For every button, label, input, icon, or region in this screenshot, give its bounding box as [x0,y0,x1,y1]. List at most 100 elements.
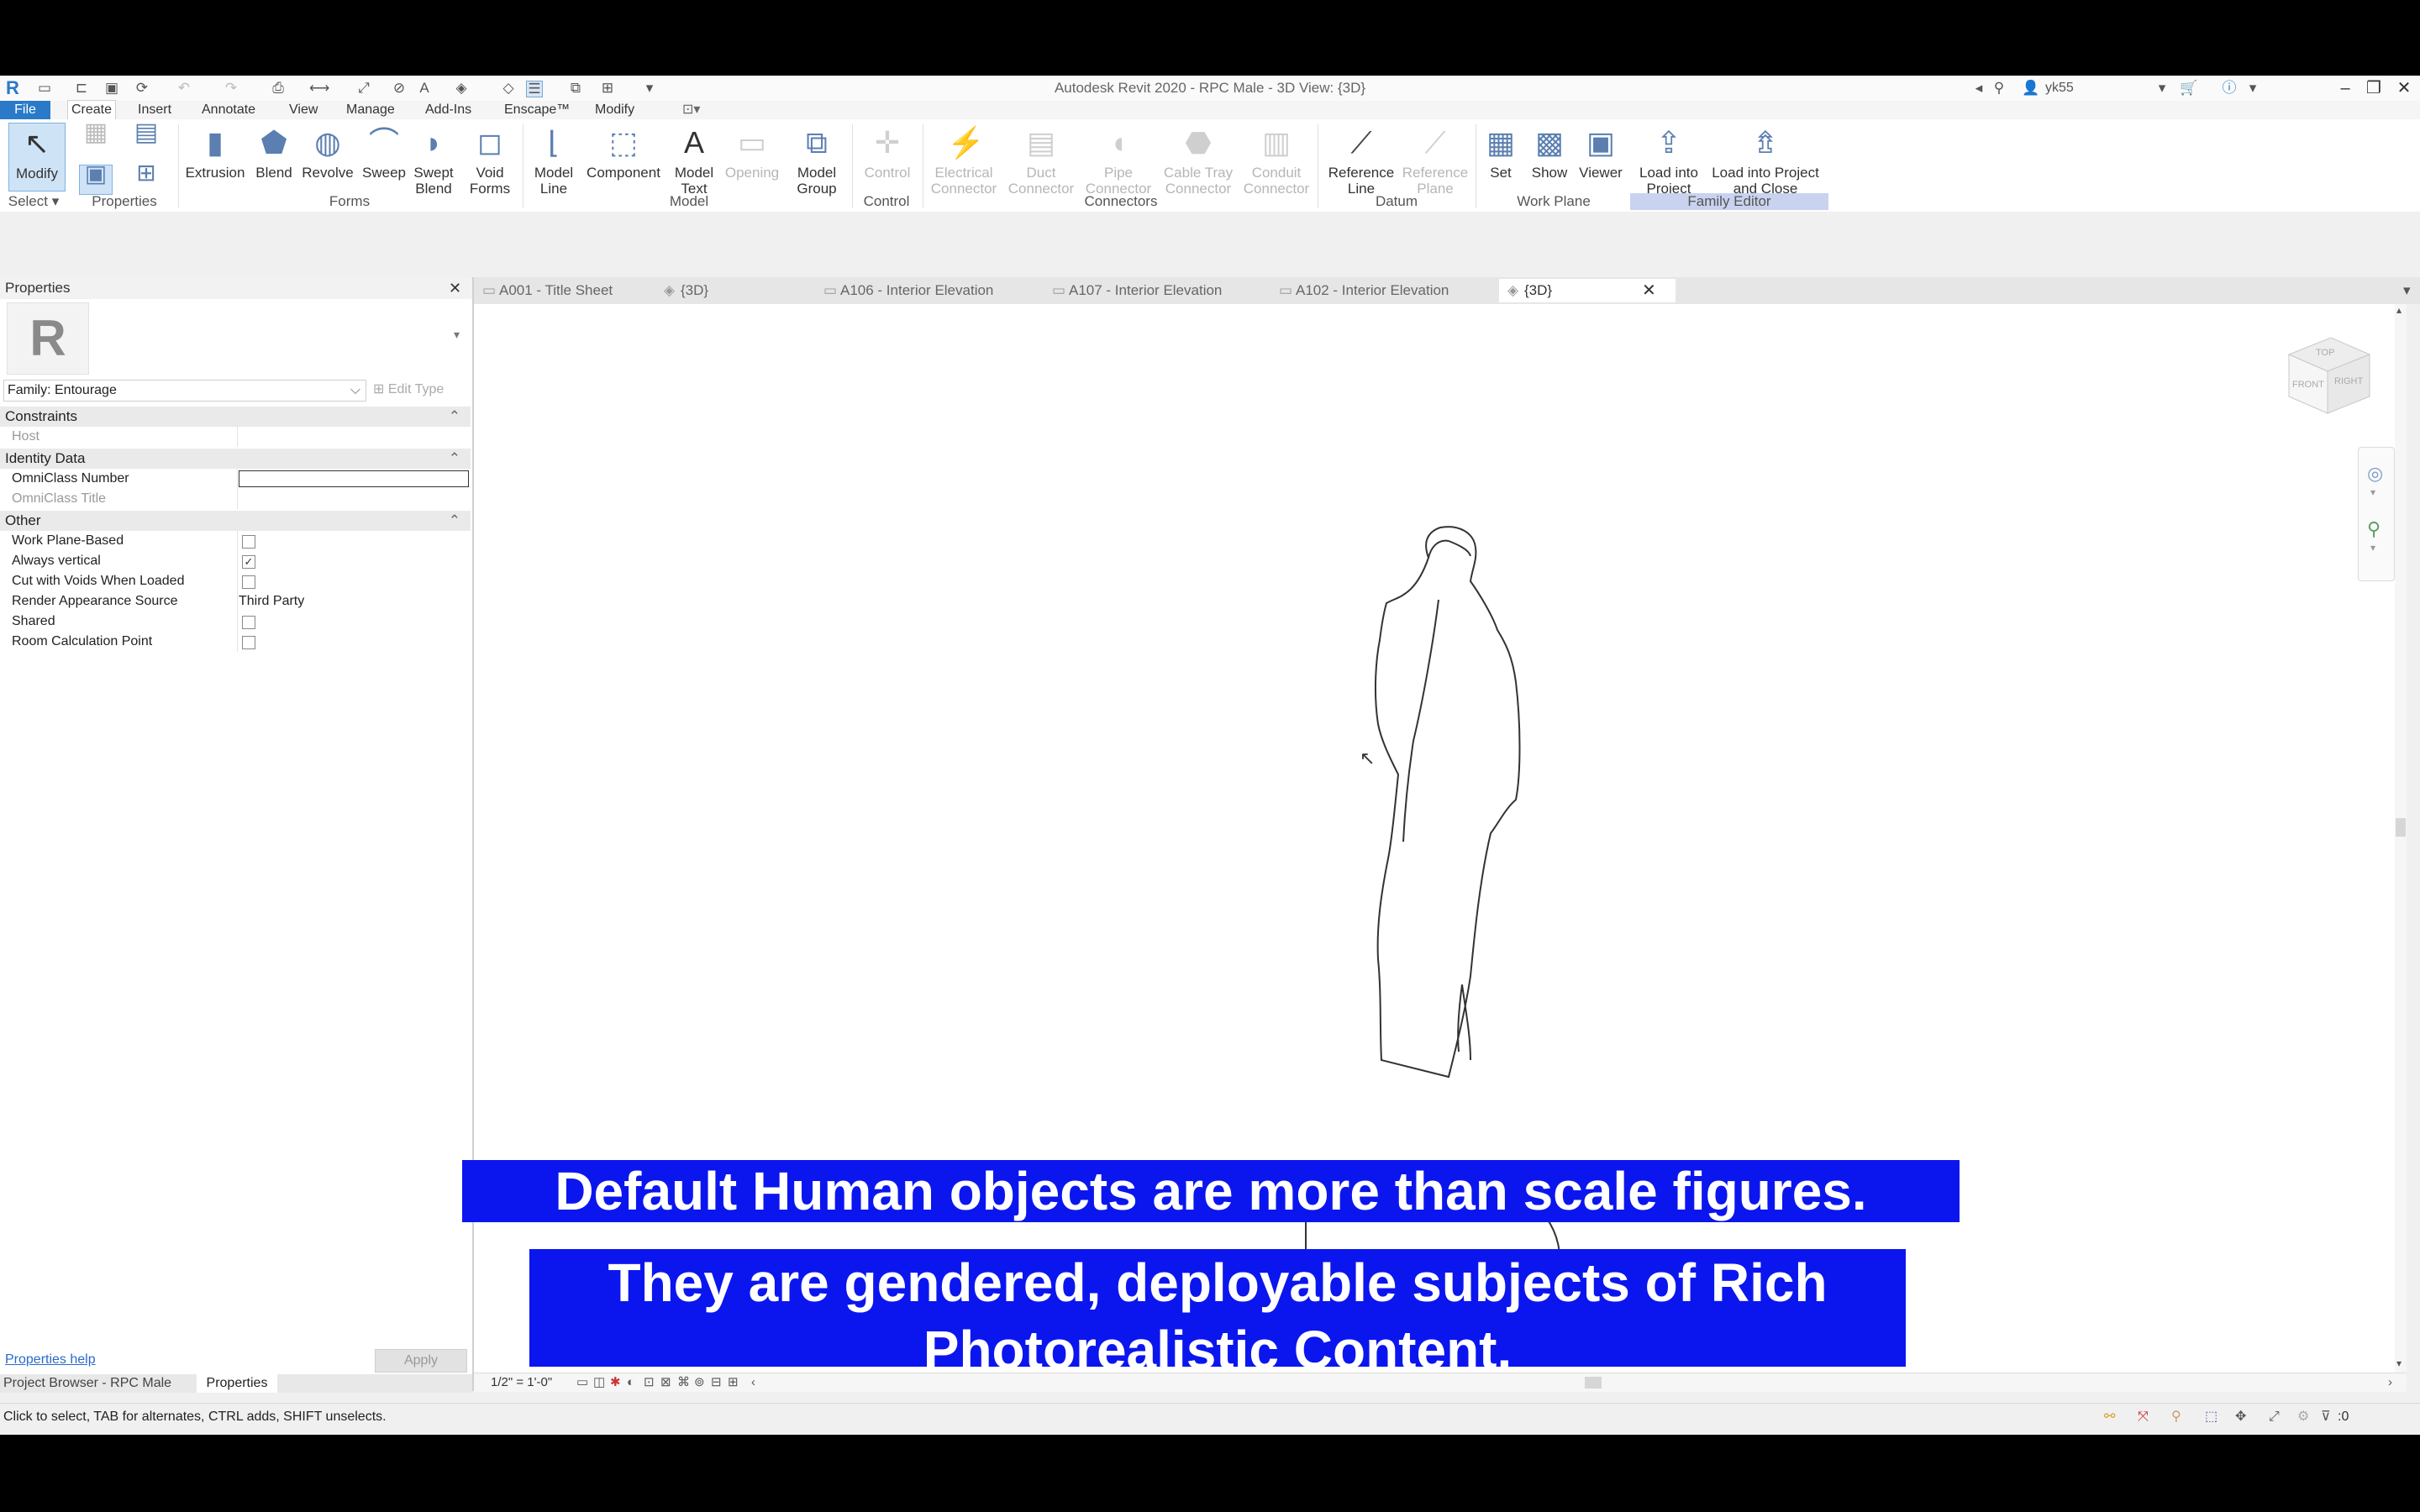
scroll-up-icon[interactable]: ▴ [2396,304,2402,316]
print-icon[interactable]: ⎙ [271,81,286,96]
scale-selector[interactable]: 1/2" = 1'-0" [491,1373,552,1392]
load-into-project-button[interactable]: ⇪ Load into Project [1634,123,1704,197]
temporary-hide-icon[interactable]: ⊚ [694,1373,705,1392]
properties-toggle-icon[interactable]: ▣ [79,162,113,195]
tab-manage[interactable]: Manage [343,101,398,119]
drag-elements-icon[interactable]: ✥ [2235,1404,2246,1431]
sweep-button[interactable]: ⌒ Sweep [358,123,410,190]
view-tab-3d-active[interactable]: ◈ {3D} ✕ [1499,279,1676,302]
select-by-face-icon[interactable]: ⬚ [2205,1404,2217,1431]
zoom-icon[interactable]: ⚲ [2367,518,2381,540]
cart-icon[interactable]: 🛒 [2180,81,2197,96]
blend-button[interactable]: ⬟ Blend [250,123,297,190]
duct-connector-button[interactable]: ▤ Duct Connector [1003,123,1079,197]
view-tab-3d[interactable]: ◈ {3D} [664,279,781,302]
render-appearance-value[interactable]: Third Party [239,591,304,612]
settings-icon[interactable]: ⚙ [2297,1404,2309,1431]
filter-icon[interactable]: ⊽ [2321,1404,2331,1431]
model-line-button[interactable]: ⌊ Model Line [528,123,580,197]
user-icon[interactable]: 👤 [2022,81,2039,96]
component-button[interactable]: ⬚ Component [580,123,667,190]
chevron-down-icon[interactable]: ▾ [2370,542,2375,554]
customize-qat-icon[interactable]: ▾ [642,81,657,96]
text-icon[interactable]: A [417,81,432,96]
tab-enscape[interactable]: Enscape™ [501,101,573,119]
save-icon[interactable]: ▣ [104,81,119,96]
revit-logo-icon[interactable]: R [5,79,20,97]
thin-lines-icon[interactable]: ☰ [526,81,543,97]
folder-icon[interactable]: ⊏ [74,81,89,96]
vertical-scrollbar[interactable]: ▴ ▾ [2395,304,2407,1373]
tab-view[interactable]: View [286,101,321,119]
open-icon[interactable]: ▭ [37,81,52,96]
opening-button[interactable]: ▭ Opening [721,123,783,190]
electrical-connector-button[interactable]: ⚡ Electrical Connector [926,123,1002,197]
family-types-icon[interactable]: ▤ [129,120,163,158]
group-constraints[interactable]: Constraints ⌃ [0,407,471,427]
sync-icon[interactable]: ⟳ [134,81,150,96]
tab-add-ins[interactable]: Add-Ins [422,101,475,119]
close-window-button[interactable]: ✕ [2391,77,2417,99]
view-tab-a001[interactable]: ▭ A001 - Title Sheet [482,279,650,302]
tab-create[interactable]: Create [67,100,117,120]
view-tab-a107[interactable]: ▭ A107 - Interior Elevation [1052,279,1262,302]
apply-button[interactable]: Apply [375,1349,467,1373]
close-properties-icon[interactable]: ✕ [449,277,461,299]
view-tab-a102[interactable]: ▭ A102 - Interior Elevation [1279,279,1489,302]
show-crop-icon[interactable]: ⊠ [660,1373,671,1392]
background-processes-icon[interactable]: ⤢ [2269,1404,2280,1431]
swept-blend-button[interactable]: ◗ Swept Blend [410,123,457,197]
select-pinned-icon[interactable]: ⚲ [2171,1404,2181,1431]
omniclass-number-input[interactable] [239,470,469,487]
steering-wheel-icon[interactable]: ◎ [2367,463,2383,485]
tab-dropdown-icon[interactable]: ▾ [2403,279,2417,302]
chevron-right-icon[interactable]: › [2388,1373,2392,1392]
extrusion-button[interactable]: ▮ Extrusion [182,123,249,190]
tab-annotate[interactable]: Annotate [198,101,259,119]
help-icon[interactable]: ⓘ [2222,81,2237,96]
work-plane-based-checkbox[interactable] [242,535,255,549]
conduit-connector-button[interactable]: ▥ Conduit Connector [1239,123,1314,197]
help-dropdown-icon[interactable]: ▾ [2245,81,2260,96]
room-calculation-checkbox[interactable] [242,636,255,649]
user-name[interactable]: yk55 [2045,76,2074,101]
cut-with-voids-checkbox[interactable] [242,575,255,589]
crop-view-icon[interactable]: ⊡ [644,1373,655,1392]
redo-icon[interactable]: ↷ [224,81,239,96]
revolve-button[interactable]: ◍ Revolve [297,123,358,190]
binoculars-icon[interactable]: ⚲ [1991,81,2007,96]
analytical-model-icon[interactable]: ⊞ [728,1373,739,1392]
horizontal-scroll-thumb[interactable] [1585,1377,1602,1389]
sun-path-icon[interactable]: ✱ [610,1373,621,1392]
properties-help-link[interactable]: Properties help [5,1352,96,1368]
group-other[interactable]: Other ⌃ [0,511,471,531]
detail-level-icon[interactable]: ▭ [576,1373,588,1392]
chevron-down-icon[interactable]: ▾ [2154,81,2170,96]
control-button[interactable]: ✛ Control [857,123,918,190]
load-into-project-close-button[interactable]: ⇯ Load into Project and Close [1704,123,1827,197]
dimension-icon[interactable]: ⤢ [356,81,371,96]
type-dropdown-icon[interactable]: ▾ [454,328,460,342]
3d-view-icon[interactable]: ◈ [454,81,469,96]
chevron-left-icon[interactable]: ‹ [751,1373,755,1392]
viewcube[interactable]: TOP FRONT RIGHT [2281,329,2373,422]
show-button[interactable]: ▩ Show [1524,123,1575,190]
family-category-icon[interactable]: ▦ [79,120,113,158]
select-panel-label[interactable]: Select ▾ [0,193,67,210]
model-text-button[interactable]: A Model Text [669,123,719,197]
modify-button[interactable]: ↖ Modify [8,123,66,192]
scroll-down-icon[interactable]: ▾ [2396,1357,2402,1369]
close-hidden-icon[interactable]: ⧉ [568,81,583,96]
set-button[interactable]: ▦ Set [1481,123,1521,190]
measure-icon[interactable]: ⟷ [309,81,329,96]
switch-windows-icon[interactable]: ⊞ [600,81,615,96]
view-tab-a106[interactable]: ▭ A106 - Interior Elevation [823,279,1034,302]
tab-file[interactable]: File [0,101,50,119]
chevron-down-icon[interactable]: ▾ [2370,486,2375,498]
tag-icon[interactable]: ⊘ [392,81,407,96]
pipe-connector-button[interactable]: ◖ Pipe Connector [1081,123,1156,197]
project-browser-tab[interactable]: Project Browser - RPC Male [3,1374,197,1393]
visual-style-icon[interactable]: ◫ [593,1373,605,1392]
tab-modify[interactable]: Modify [592,101,638,119]
shared-checkbox[interactable] [242,616,255,629]
